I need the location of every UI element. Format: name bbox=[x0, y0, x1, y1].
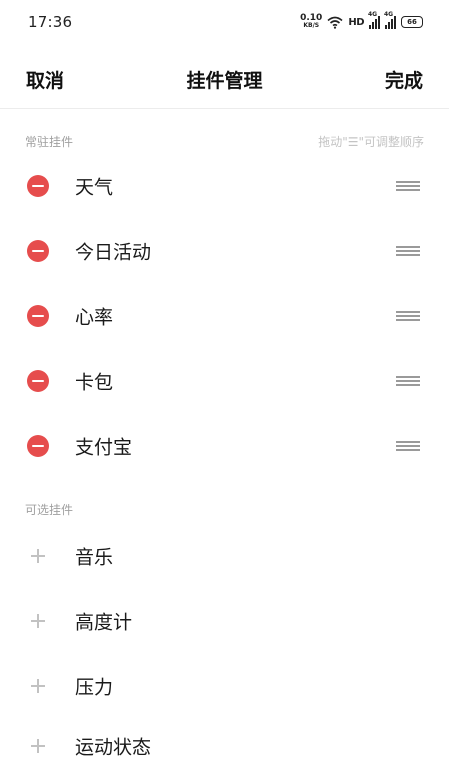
resident-item-today-activity: 今日活动 bbox=[0, 219, 449, 283]
add-icon[interactable] bbox=[27, 675, 49, 697]
optional-section-label: 可选挂件 bbox=[25, 503, 74, 517]
widget-label: 心率 bbox=[75, 306, 114, 329]
drag-handle-icon[interactable] bbox=[396, 376, 420, 386]
remove-icon[interactable] bbox=[27, 240, 49, 262]
drag-handle-icon[interactable] bbox=[396, 246, 420, 256]
resident-item-card-wallet: 卡包 bbox=[0, 349, 449, 413]
done-button[interactable]: 完成 bbox=[385, 66, 423, 93]
widget-label: 支付宝 bbox=[75, 436, 133, 459]
sim2-network-label: 4G bbox=[384, 11, 394, 18]
reorder-hint: 拖动"☰"可调整顺序 bbox=[318, 135, 424, 149]
add-icon[interactable] bbox=[27, 735, 49, 757]
battery-icon: 66 bbox=[401, 16, 423, 28]
net-speed: 0.10 KB/S bbox=[300, 14, 322, 30]
signal-icon: 4G bbox=[384, 11, 396, 29]
add-icon[interactable] bbox=[27, 610, 49, 632]
remove-icon[interactable] bbox=[27, 175, 49, 197]
header-divider bbox=[0, 108, 449, 109]
widget-label: 压力 bbox=[75, 676, 114, 699]
drag-handle-icon[interactable] bbox=[396, 441, 420, 451]
page-title: 挂件管理 bbox=[186, 70, 263, 92]
resident-item-weather: 天气 bbox=[0, 154, 449, 218]
widget-label: 今日活动 bbox=[75, 241, 152, 264]
drag-handle-icon[interactable] bbox=[396, 311, 420, 321]
remove-icon[interactable] bbox=[27, 305, 49, 327]
signal-icon: 4G bbox=[368, 11, 380, 29]
optional-item-workout-status: 运动状态 bbox=[0, 714, 449, 778]
resident-item-heart-rate: 心率 bbox=[0, 284, 449, 348]
widget-label: 运动状态 bbox=[75, 736, 152, 759]
remove-icon[interactable] bbox=[27, 370, 49, 392]
optional-item-stress: 压力 bbox=[0, 654, 449, 718]
optional-item-music: 音乐 bbox=[0, 524, 449, 588]
net-speed-value: 0.10 bbox=[300, 13, 323, 23]
hd-badge: HD bbox=[348, 16, 364, 28]
wifi-icon bbox=[327, 16, 343, 29]
add-icon[interactable] bbox=[27, 545, 49, 567]
status-icons: 0.10 KB/S HD 4G 4G 66 bbox=[300, 11, 423, 32]
widget-label: 卡包 bbox=[75, 371, 114, 394]
remove-icon[interactable] bbox=[27, 435, 49, 457]
resident-item-alipay: 支付宝 bbox=[0, 414, 449, 478]
net-speed-unit: KB/S bbox=[303, 22, 320, 29]
status-time: 17:36 bbox=[28, 13, 73, 31]
widget-label: 音乐 bbox=[75, 546, 114, 569]
nav-header: 取消 挂件管理 完成 bbox=[0, 54, 449, 102]
optional-item-altimeter: 高度计 bbox=[0, 589, 449, 653]
widget-label: 天气 bbox=[75, 176, 114, 199]
status-bar: 17:36 0.10 KB/S HD 4G 4G 66 bbox=[0, 0, 449, 44]
sim1-network-label: 4G bbox=[368, 11, 378, 18]
battery-level: 66 bbox=[407, 18, 417, 26]
drag-handle-icon[interactable] bbox=[396, 181, 420, 191]
resident-section-label: 常驻挂件 bbox=[25, 135, 74, 149]
widget-label: 高度计 bbox=[75, 611, 133, 634]
